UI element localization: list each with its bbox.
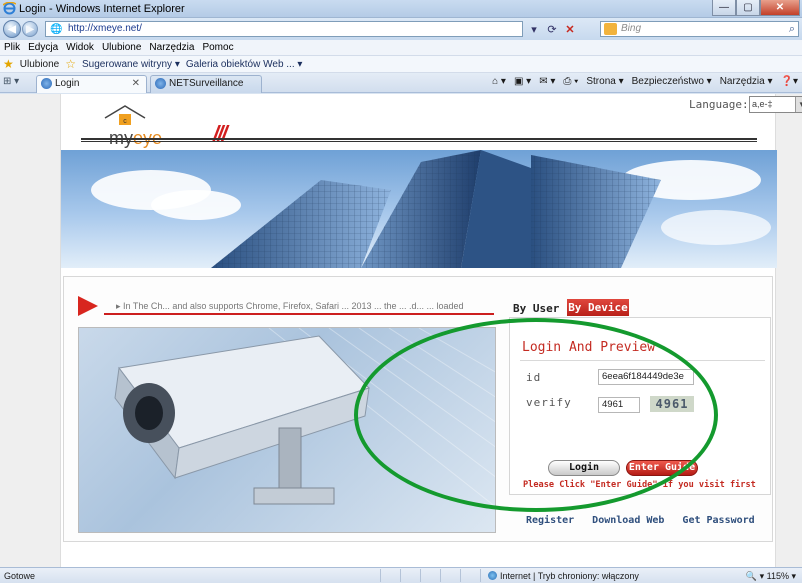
add-favorite-icon[interactable]: ☆: [65, 57, 76, 71]
search-input[interactable]: Bing ⌕: [600, 21, 799, 37]
stop-icon[interactable]: ✕: [562, 21, 578, 37]
print-icon[interactable]: ⎙ ▾: [563, 76, 578, 87]
status-text: Gotowe: [4, 571, 36, 581]
feeds-icon[interactable]: ▣ ▾: [514, 76, 531, 87]
zoom-icon: 🔍 ▾: [745, 571, 767, 581]
get-password-link[interactable]: Get Password: [682, 515, 754, 526]
zoom-control[interactable]: 🔍 ▾ 115% ▾: [746, 571, 796, 582]
verify-value: 4961: [602, 399, 624, 410]
footer-links: Register Download Web Get Password: [526, 515, 755, 526]
skyscrapers-banner: [61, 150, 777, 268]
safety-menu[interactable]: Bezpieczeństwo ▾: [632, 76, 712, 87]
language-value: a,e-‡: [752, 99, 773, 109]
verify-input[interactable]: 4961: [598, 397, 640, 413]
page-viewport: c myeye / / / Language: a,e-‡ ▼ ▸ In The…: [0, 94, 802, 567]
register-link[interactable]: Register: [526, 515, 574, 526]
menu-item-favorites[interactable]: Ulubione: [102, 42, 141, 53]
address-toolbar: ◀ ▶ 🌐 http://xmeye.net/ ▾ ⟳ ✕ Bing ⌕: [0, 18, 802, 40]
ie-logo-icon: [3, 2, 16, 15]
security-camera-image: [78, 327, 496, 533]
red-divider: [104, 313, 494, 315]
menu-item-tools[interactable]: Narzędzia: [149, 42, 194, 53]
language-label: Language:: [689, 98, 749, 111]
home-icon[interactable]: ⌂ ▾: [492, 76, 506, 87]
maximize-button[interactable]: ▢: [736, 0, 760, 16]
quick-tabs-icon[interactable]: ⊞ ▾: [3, 76, 19, 87]
tab-login-label: Login: [55, 78, 80, 89]
ie-page-icon: [41, 78, 52, 89]
status-bar: Gotowe Internet | Tryb chroniony: włączo…: [0, 567, 802, 583]
minimize-button[interactable]: —: [712, 0, 736, 16]
web-slice-gallery-link[interactable]: Galeria obiektów Web ... ▾: [186, 59, 303, 70]
page-menu[interactable]: Strona ▾: [586, 76, 623, 87]
url-text: http://xmeye.net/: [68, 23, 142, 34]
window-title: Login - Windows Internet Explorer: [19, 3, 185, 15]
house-logo-icon: c: [104, 105, 146, 125]
zoom-value: 115%: [766, 571, 789, 581]
page-icon: 🌐: [50, 24, 63, 35]
guide-hint: Please Click "Enter Guide" if you visit …: [523, 480, 756, 490]
url-input[interactable]: 🌐 http://xmeye.net/: [45, 21, 523, 37]
close-tab-icon[interactable]: ✕: [132, 76, 140, 92]
favorites-star-icon[interactable]: ★: [3, 57, 14, 71]
tab-login[interactable]: Login ✕: [36, 75, 147, 93]
skyscrapers-image: [211, 150, 661, 268]
ie-page-icon: [155, 78, 166, 89]
tools-menu[interactable]: Narzędzia ▾: [720, 76, 773, 87]
captcha-image[interactable]: 4961: [650, 396, 694, 412]
id-value: 6eea6f184449de3e: [602, 371, 684, 382]
favorites-button[interactable]: Ulubione: [20, 59, 59, 70]
refresh-icon[interactable]: ⟳: [544, 21, 560, 37]
back-arrow-icon: ◀: [8, 23, 16, 35]
tab-bar: ⊞ ▾ Login ✕ NETSurveillance WEB ⌂ ▾ ▣ ▾ …: [0, 73, 802, 105]
compatibility-view-icon[interactable]: ▾: [526, 21, 542, 37]
menu-item-file[interactable]: Plik: [4, 42, 20, 53]
close-icon: ✕: [775, 2, 785, 13]
verify-label: verify: [526, 396, 572, 409]
chevron-down-icon: ▼: [795, 97, 802, 112]
help-icon[interactable]: ❓▾: [781, 76, 798, 87]
forward-button[interactable]: ▶: [22, 21, 38, 37]
tab-netsurveillance[interactable]: NETSurveillance WEB: [150, 75, 262, 105]
menu-item-view[interactable]: Widok: [66, 42, 94, 53]
window-titlebar: Login - Windows Internet Explorer — ▢ ✕: [0, 0, 802, 18]
minimize-icon: —: [719, 2, 729, 13]
svg-text:c: c: [123, 118, 127, 125]
camera-illustration: [114, 328, 495, 508]
language-select[interactable]: a,e-‡ ▼: [749, 96, 802, 113]
bing-logo-icon: [604, 23, 617, 35]
menu-item-help[interactable]: Pomoc: [202, 42, 233, 53]
menu-bar: Plik Edycja Widok Ulubione Narzędzia Pom…: [0, 40, 802, 56]
login-divider: [520, 360, 765, 361]
scrolling-notice: ▸ In The Ch... and also supports Chrome,…: [116, 301, 464, 311]
search-placeholder: Bing: [621, 23, 642, 34]
content-panel: ▸ In The Ch... and also supports Chrome,…: [63, 276, 773, 542]
suggested-sites-link[interactable]: Sugerowane witryny ▾: [82, 59, 180, 70]
header-divider: [81, 138, 757, 142]
menu-item-edit[interactable]: Edycja: [28, 42, 58, 53]
search-icon[interactable]: ⌕: [789, 22, 795, 36]
favorites-bar: ★ Ulubione ☆ Sugerowane witryny ▾ Galeri…: [0, 56, 802, 73]
security-zone[interactable]: Internet | Tryb chroniony: włączony: [488, 571, 639, 581]
id-input[interactable]: 6eea6f184449de3e: [598, 369, 694, 385]
mail-icon[interactable]: ✉ ▾: [539, 76, 555, 87]
close-button[interactable]: ✕: [760, 0, 800, 16]
login-button[interactable]: Login: [548, 460, 620, 476]
red-arrow-icon: [78, 296, 98, 316]
login-page: c myeye / / / Language: a,e-‡ ▼ ▸ In The…: [60, 94, 802, 567]
forward-arrow-icon: ▶: [26, 23, 34, 35]
tab-by-device[interactable]: By Device: [567, 299, 629, 316]
command-bar: ⌂ ▾ ▣ ▾ ✉ ▾ ⎙ ▾ Strona ▾ Bezpieczeństwo …: [492, 76, 798, 87]
tab-by-user[interactable]: By User: [513, 302, 559, 315]
maximize-icon: ▢: [743, 2, 753, 13]
login-title: Login And Preview: [522, 340, 656, 355]
id-label: id: [526, 371, 542, 384]
enter-guide-button[interactable]: Enter Guide: [626, 460, 698, 476]
back-button[interactable]: ◀: [3, 20, 21, 38]
red-stripes-icon: / / /: [213, 121, 227, 146]
download-web-link[interactable]: Download Web: [592, 515, 664, 526]
